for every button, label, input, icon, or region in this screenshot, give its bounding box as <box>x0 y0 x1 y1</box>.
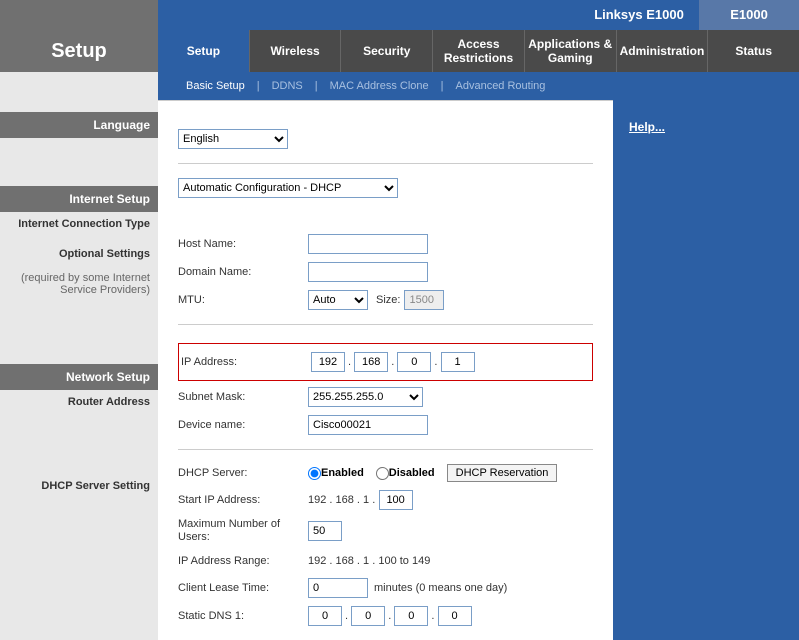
section-network-setup: Network Setup <box>0 364 158 390</box>
tab-security[interactable]: Security <box>341 30 433 72</box>
ip-range-value: 192 . 168 . 1 . 100 to 149 <box>308 555 430 567</box>
tab-access-restrictions[interactable]: Access Restrictions <box>433 30 525 72</box>
dhcp-enabled-radio[interactable] <box>308 467 321 480</box>
dns1-octet-4[interactable] <box>438 606 472 626</box>
help-link[interactable]: Help... <box>629 120 665 134</box>
subtab-mac-address-clone[interactable]: MAC Address Clone <box>330 80 429 92</box>
ip-address-label: IP Address: <box>181 356 311 368</box>
subtab-advanced-routing[interactable]: Advanced Routing <box>456 80 546 92</box>
domain-name-input[interactable] <box>308 262 428 282</box>
static-dns1-label: Static DNS 1: <box>178 610 308 622</box>
label-optional-settings: Optional Settings <box>0 242 158 266</box>
subnet-mask-select[interactable]: 255.255.255.0 <box>308 387 423 407</box>
dns1-octet-1[interactable] <box>308 606 342 626</box>
dns1-octet-2[interactable] <box>351 606 385 626</box>
ip-octet-2[interactable] <box>354 352 388 372</box>
max-users-input[interactable] <box>308 521 342 541</box>
subtab-basic-setup[interactable]: Basic Setup <box>186 80 245 92</box>
start-ip-prefix: 192 . 168 . 1 . <box>308 494 375 506</box>
start-ip-input[interactable] <box>379 490 413 510</box>
lease-time-unit: minutes (0 means one day) <box>374 582 507 594</box>
mtu-select[interactable]: Auto <box>308 290 368 310</box>
lease-time-input[interactable] <box>308 578 368 598</box>
dhcp-server-label: DHCP Server: <box>178 467 308 479</box>
label-optional-settings-sub: (required by some Internet Service Provi… <box>0 266 158 302</box>
label-dhcp-server-setting: DHCP Server Setting <box>0 474 158 498</box>
subtab-ddns[interactable]: DDNS <box>272 80 303 92</box>
section-language: Language <box>0 112 158 138</box>
device-name-input[interactable] <box>308 415 428 435</box>
connection-type-select[interactable]: Automatic Configuration - DHCP <box>178 178 398 198</box>
host-name-input[interactable] <box>308 234 428 254</box>
mtu-label: MTU: <box>178 294 308 306</box>
ip-octet-3[interactable] <box>397 352 431 372</box>
dhcp-disabled-label: Disabled <box>389 467 435 479</box>
host-name-label: Host Name: <box>178 238 308 250</box>
brand-label: Linksys E1000 <box>579 0 699 30</box>
max-users-label: Maximum Number of Users: <box>178 518 308 544</box>
mtu-size-input <box>404 290 444 310</box>
ip-octet-1[interactable] <box>311 352 345 372</box>
lease-time-label: Client Lease Time: <box>178 582 308 594</box>
ip-address-highlight: IP Address: . . . <box>178 343 593 381</box>
tab-applications-gaming[interactable]: Applications & Gaming <box>525 30 617 72</box>
dns1-octet-3[interactable] <box>394 606 428 626</box>
page-title: Setup <box>51 40 107 63</box>
dhcp-enabled-label: Enabled <box>321 467 364 479</box>
ip-octet-4[interactable] <box>441 352 475 372</box>
tab-setup[interactable]: Setup <box>158 30 250 72</box>
section-internet-setup: Internet Setup <box>0 186 158 212</box>
subnet-mask-label: Subnet Mask: <box>178 391 308 403</box>
tab-status[interactable]: Status <box>708 30 799 72</box>
label-router-address: Router Address <box>0 390 158 414</box>
start-ip-label: Start IP Address: <box>178 494 308 506</box>
label-connection-type: Internet Connection Type <box>0 212 158 236</box>
tab-wireless[interactable]: Wireless <box>250 30 342 72</box>
ip-range-label: IP Address Range: <box>178 555 308 567</box>
dhcp-disabled-radio[interactable] <box>376 467 389 480</box>
mtu-size-label: Size: <box>376 294 400 306</box>
device-name-label: Device name: <box>178 419 308 431</box>
domain-name-label: Domain Name: <box>178 266 308 278</box>
model-label: E1000 <box>699 0 799 30</box>
dhcp-reservation-button[interactable]: DHCP Reservation <box>447 464 558 482</box>
language-select[interactable]: English <box>178 129 288 149</box>
tab-administration[interactable]: Administration <box>617 30 709 72</box>
